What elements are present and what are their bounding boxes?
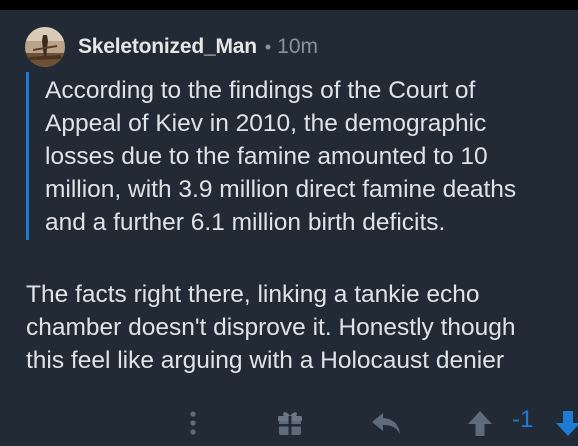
- quote-line: and a further 6.1 million birth deficits…: [45, 209, 446, 236]
- more-vertical-icon[interactable]: [183, 408, 203, 438]
- comment-actions: [0, 400, 578, 446]
- gift-icon[interactable]: [276, 408, 304, 438]
- timestamp: 10m: [277, 35, 319, 58]
- quote-text: According to the findings of the Court o…: [45, 72, 578, 239]
- status-bar: [0, 0, 578, 10]
- upvote-icon[interactable]: [466, 408, 494, 438]
- quote-block: According to the findings of the Court o…: [26, 72, 578, 240]
- avatar[interactable]: [25, 27, 65, 67]
- separator-dot: •: [264, 36, 272, 57]
- vote-score: -1: [512, 406, 534, 433]
- body-line: chamber doesn't disprove it. Honestly th…: [26, 314, 516, 341]
- body-line: The facts right there, linking a tankie …: [26, 281, 480, 308]
- quote-line: According to the findings of the Court o…: [45, 77, 476, 104]
- downvote-icon[interactable]: [556, 408, 578, 438]
- quote-line: Appeal of Kiev in 2010, the demographic: [45, 110, 487, 137]
- comment-header: Skeletonized_Man • 10m: [25, 27, 318, 67]
- username[interactable]: Skeletonized_Man: [78, 35, 257, 59]
- comment-body: The facts right there, linking a tankie …: [26, 278, 516, 377]
- reply-icon[interactable]: [370, 408, 402, 438]
- quote-line: losses due to the famine amounted to 10: [45, 143, 488, 170]
- quote-line: million, with 3.9 million direct famine …: [45, 176, 517, 203]
- body-line: this feel like arguing with a Holocaust …: [26, 347, 505, 374]
